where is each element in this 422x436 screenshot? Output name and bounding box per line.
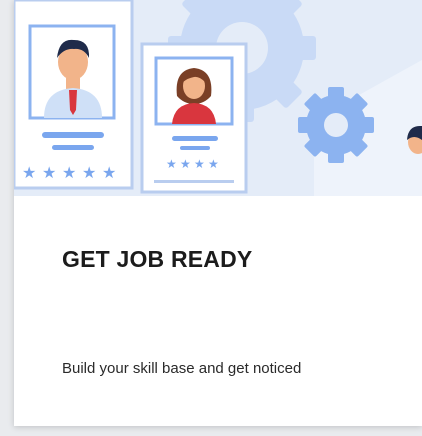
card-illustration: ★ ★ ★ ★ ★ ★ ★ ★ ★ bbox=[14, 0, 422, 196]
svg-text:★: ★ bbox=[22, 163, 36, 182]
card-description: Build your skill base and get noticed bbox=[62, 360, 302, 377]
svg-text:★: ★ bbox=[42, 163, 56, 182]
gear-icon bbox=[298, 87, 374, 163]
svg-text:★: ★ bbox=[82, 163, 96, 182]
svg-text:★: ★ bbox=[102, 163, 116, 182]
svg-text:★: ★ bbox=[208, 157, 219, 171]
svg-text:★: ★ bbox=[194, 157, 205, 171]
profile-card-icon: ★ ★ ★ ★ ★ bbox=[14, 0, 134, 190]
svg-text:★: ★ bbox=[166, 157, 177, 171]
job-ready-card[interactable]: ★ ★ ★ ★ ★ ★ ★ ★ ★ GET JOB READY Build yo… bbox=[14, 0, 422, 426]
svg-text:★: ★ bbox=[180, 157, 191, 171]
profile-card-icon: ★ ★ ★ ★ bbox=[140, 42, 248, 194]
svg-text:★: ★ bbox=[62, 163, 76, 182]
card-title: GET JOB READY bbox=[62, 246, 253, 272]
